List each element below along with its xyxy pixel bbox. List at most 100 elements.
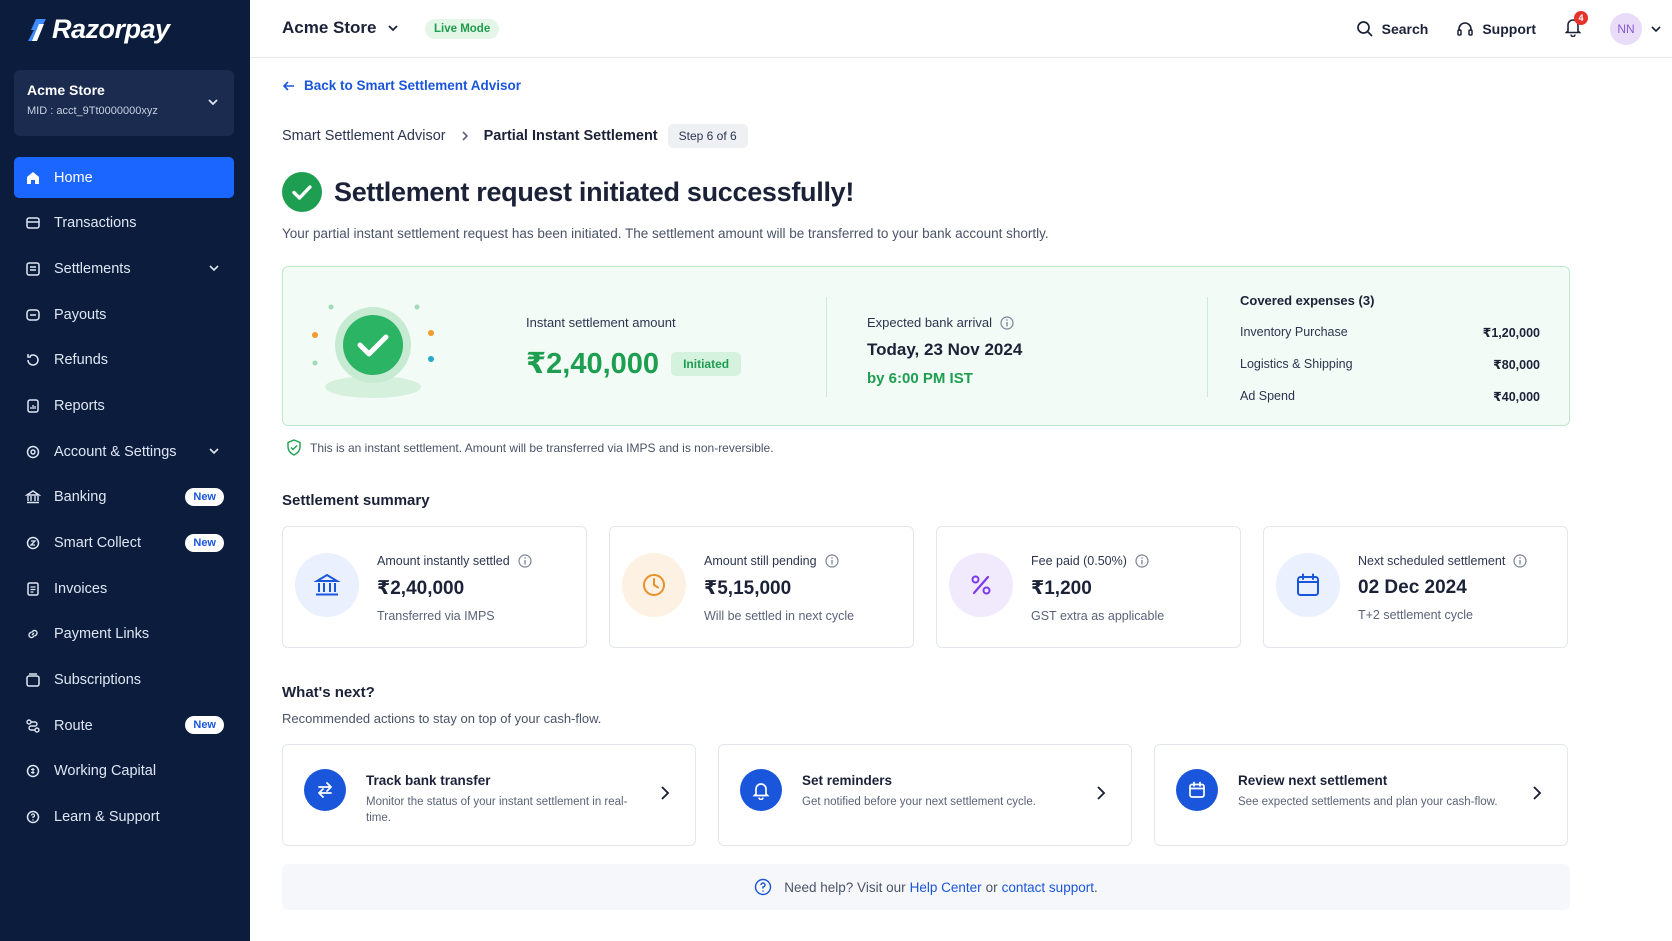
expense-name: Ad Spend: [1240, 389, 1295, 403]
imps-note: This is an instant settlement. Amount wi…: [286, 439, 774, 456]
subscriptions-icon: [24, 671, 42, 689]
sidebar-item-payouts[interactable]: Payouts: [14, 294, 234, 335]
razorpay-logo[interactable]: Razorpay: [28, 14, 170, 45]
search-button[interactable]: Search: [1356, 20, 1428, 38]
summary-card-pending: Amount still pending ₹5,15,000 Will be s…: [609, 526, 914, 648]
chevron-right-icon: [1097, 786, 1106, 800]
next-actions: Track bank transfer Monitor the status o…: [282, 744, 1570, 846]
razorpay-logo-icon: [28, 18, 46, 41]
info-icon[interactable]: [1135, 554, 1149, 568]
check-circle-icon: [282, 172, 322, 212]
track-bank-transfer-card[interactable]: Track bank transfer Monitor the status o…: [282, 744, 696, 846]
help-suffix: .: [1093, 879, 1098, 895]
info-icon[interactable]: [518, 554, 532, 568]
instant-amount-value: ₹2,40,000: [526, 348, 660, 380]
action-title: Set reminders: [802, 773, 893, 788]
avatar[interactable]: NN: [1610, 13, 1642, 45]
sidebar: Razorpay Acme Store MID : acct_9Tt000000…: [0, 0, 250, 941]
bell-icon: [740, 769, 782, 811]
sidebar-item-subscriptions[interactable]: Subscriptions: [14, 660, 234, 701]
percent-icon: [949, 553, 1013, 617]
store-name: Acme Store: [282, 18, 377, 37]
sidebar-item-reports[interactable]: Reports: [14, 385, 234, 426]
store-selector[interactable]: Acme Store: [282, 18, 400, 38]
sidebar-item-label: Settlements: [54, 260, 131, 277]
summary-card-label: Amount instantly settled: [377, 554, 510, 568]
review-next-settlement-card[interactable]: Review next settlement See expected sett…: [1154, 744, 1568, 846]
back-link[interactable]: Back to Smart Settlement Advisor: [282, 78, 521, 93]
summary-card-text: Next scheduled settlement 02 Dec 2024 T+…: [1358, 554, 1527, 622]
sidebar-item-label: Learn & Support: [54, 809, 160, 826]
chevron-down-icon[interactable]: [1650, 23, 1662, 35]
summary-card-label-row: Fee paid (0.50%): [1031, 554, 1164, 568]
support-button[interactable]: Support: [1456, 20, 1536, 38]
chevron-right-icon: [462, 131, 468, 141]
sidebar-item-label: Invoices: [54, 580, 108, 597]
headset-icon: [1457, 22, 1474, 36]
success-illustration-icon: [312, 304, 434, 398]
action-text: Track bank transfer Monitor the status o…: [366, 773, 636, 826]
sidebar-item-smart-collect[interactable]: Smart Collect New: [14, 523, 234, 564]
chevron-down-icon: [388, 25, 399, 32]
sidebar-item-working-capital[interactable]: Working Capital: [14, 751, 234, 792]
instant-amount-row: ₹2,40,000 Initiated: [526, 346, 742, 381]
sidebar-item-settlements[interactable]: Settlements: [14, 248, 234, 289]
chevron-right-icon: [661, 786, 670, 800]
summary-card-label-row: Amount still pending: [704, 554, 854, 568]
sidebar-item-payment-links[interactable]: Payment Links: [14, 614, 234, 655]
sidebar-item-refunds[interactable]: Refunds: [14, 340, 234, 381]
action-desc: Monitor the status of your instant settl…: [366, 796, 628, 824]
sidebar-item-account-settings[interactable]: Account & Settings: [14, 431, 234, 472]
live-mode-badge[interactable]: Live Mode: [425, 19, 500, 39]
sidebar-item-label: Transactions: [54, 215, 137, 232]
status-badge: Initiated: [671, 351, 742, 376]
topbar-actions: Search Support 4 NN: [1356, 0, 1672, 58]
summary-card-sub: Will be settled in next cycle: [704, 609, 855, 623]
summary-card-fee: Fee paid (0.50%) ₹1,200 GST extra as app…: [936, 526, 1241, 648]
arrow-left-icon: [282, 80, 294, 91]
new-badge: New: [185, 487, 224, 506]
sidebar-item-transactions[interactable]: Transactions: [14, 203, 234, 244]
set-reminders-card[interactable]: Set reminders Get notified before your n…: [718, 744, 1132, 846]
info-icon[interactable]: [1513, 554, 1527, 568]
info-icon[interactable]: [824, 554, 839, 568]
action-text: Set reminders Get notified before your n…: [802, 773, 1072, 810]
settlement-hero-card: Instant settlement amount ₹2,40,000 Init…: [282, 266, 1570, 426]
expense-row: Inventory Purchase ₹1,20,000: [1240, 325, 1540, 340]
sidebar-item-route[interactable]: Route New: [14, 705, 234, 746]
back-link-label: Back to Smart Settlement Advisor: [304, 78, 522, 93]
help-bar: Need help? Visit our Help Center or cont…: [282, 864, 1570, 910]
help-circle-icon: [755, 878, 772, 896]
refunds-icon: [24, 351, 42, 369]
home-icon: [24, 169, 42, 187]
expected-arrival-label: Expected bank arrival: [867, 315, 993, 330]
sidebar-item-invoices[interactable]: Invoices: [14, 568, 234, 609]
covered-expenses-label: Covered expenses (3): [1240, 293, 1375, 308]
sidebar-item-label: Smart Collect: [54, 535, 142, 551]
sidebar-item-label: Subscriptions: [54, 672, 142, 689]
sidebar-item-home[interactable]: Home: [14, 157, 234, 198]
help-prefix: Need help? Visit our: [784, 879, 906, 895]
store-switcher[interactable]: Acme Store MID : acct_9Tt0000000xyz: [14, 70, 234, 136]
sidebar-item-label: Route: [54, 717, 93, 734]
chevron-down-icon: [209, 448, 219, 455]
expense-name: Inventory Purchase: [1240, 325, 1348, 339]
capital-icon: [24, 762, 42, 780]
help-center-link[interactable]: Help Center: [910, 880, 982, 895]
summary-card-value: ₹5,15,000: [704, 578, 792, 599]
topbar: Acme Store Live Mode Search Support 4 NN: [250, 0, 1672, 58]
settlements-icon: [24, 260, 42, 278]
step-badge: Step 6 of 6: [667, 124, 748, 148]
sidebar-item-banking[interactable]: Banking New: [14, 477, 234, 518]
divider: [1207, 297, 1208, 397]
notifications-button[interactable]: 4: [1564, 10, 1588, 42]
sidebar-item-learn-support[interactable]: Learn & Support: [14, 797, 234, 838]
breadcrumb-parent[interactable]: Smart Settlement Advisor: [282, 128, 446, 144]
calendar-icon: [1276, 553, 1340, 617]
info-icon[interactable]: [1000, 315, 1014, 330]
support-label: Support: [1482, 21, 1536, 37]
summary-card-sub: T+2 settlement cycle: [1358, 608, 1473, 622]
summary-card-sub: Transferred via IMPS: [377, 609, 495, 623]
brand-name: Razorpay: [52, 14, 170, 44]
contact-support-link[interactable]: contact support: [1002, 880, 1094, 895]
